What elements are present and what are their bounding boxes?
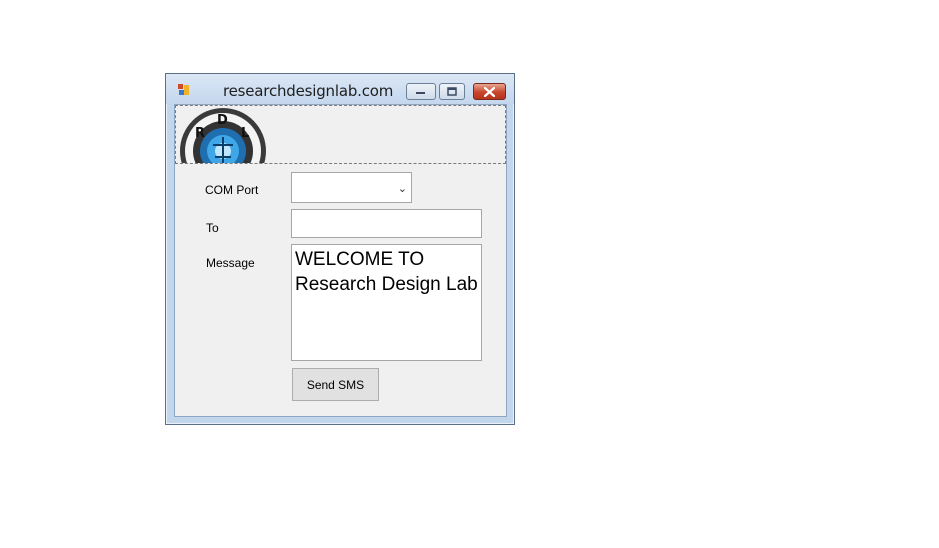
- close-icon: [484, 86, 495, 97]
- com-port-label: COM Port: [205, 183, 259, 197]
- minimize-icon: [416, 91, 425, 94]
- logo-letter-r: R: [195, 126, 205, 141]
- logo-banner: R D L: [175, 105, 506, 164]
- app-icon: [178, 84, 189, 95]
- to-input[interactable]: [291, 209, 482, 238]
- to-label: To: [206, 221, 219, 235]
- title-bar[interactable]: researchdesignlab.com: [166, 74, 514, 104]
- form-client-area: R D L COM Port ⌄ To Message WELCOME TO R…: [174, 104, 507, 417]
- window-title: researchdesignlab.com: [223, 82, 394, 100]
- sms-window: researchdesignlab.com R D L COM Port ⌄ T…: [165, 73, 515, 425]
- close-button[interactable]: [473, 83, 506, 100]
- logo-letter-d: D: [217, 113, 228, 128]
- maximize-button[interactable]: [439, 83, 465, 100]
- chevron-down-icon: ⌄: [397, 183, 407, 195]
- maximize-icon: [447, 87, 457, 96]
- message-textarea[interactable]: WELCOME TO Research Design Lab: [291, 244, 482, 361]
- send-sms-button[interactable]: Send SMS: [292, 368, 379, 401]
- logo-letter-l: L: [241, 126, 249, 141]
- rdl-logo: R D L: [180, 108, 266, 163]
- com-port-select[interactable]: ⌄: [291, 172, 412, 203]
- minimize-button[interactable]: [406, 83, 436, 100]
- message-label: Message: [206, 256, 255, 270]
